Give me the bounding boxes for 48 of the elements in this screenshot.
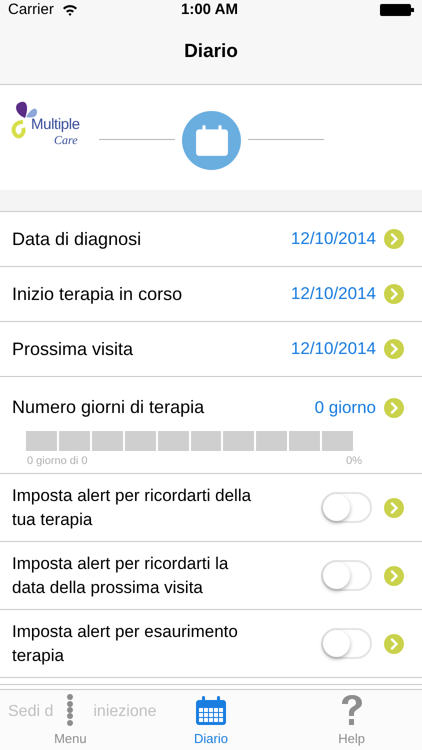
- toggle-switch[interactable]: [321, 628, 372, 659]
- row-label: Imposta alert per ricordarti la data della prossima visita: [12, 552, 230, 598]
- progress-segment: [92, 431, 123, 451]
- chevron-icon[interactable]: [384, 566, 404, 586]
- calendar-icon: [194, 124, 228, 156]
- progress-segment: [322, 431, 354, 451]
- logo-wordmark: Care: [54, 134, 78, 146]
- chevron-icon[interactable]: [384, 339, 404, 359]
- progress-segment: [58, 431, 90, 451]
- row-label: Data di diagnosi: [12, 228, 142, 251]
- progress-segment: [289, 431, 320, 451]
- wifi-icon: [62, 4, 78, 16]
- chevron-icon[interactable]: [384, 398, 404, 418]
- progress-caption: 0 giorno di 0: [27, 454, 88, 469]
- row-label: Imposta alert per ricordarti della tua terapia: [12, 484, 252, 530]
- chevron-icon[interactable]: [384, 229, 404, 249]
- date-value[interactable]: 12/10/2014: [290, 336, 376, 362]
- row-label: Sedi d: [8, 702, 54, 722]
- menu-icon: [66, 694, 74, 726]
- chevron-icon[interactable]: [384, 498, 404, 518]
- progress-percent: 0%: [346, 454, 362, 469]
- tab-item[interactable]: Diario: [194, 690, 228, 750]
- tab-item[interactable]: Menu: [54, 690, 87, 750]
- progress-segment: [190, 431, 222, 451]
- date-value[interactable]: 12/10/2014: [290, 281, 376, 307]
- progress-segment: [223, 431, 254, 451]
- progress-segment: [158, 431, 189, 451]
- chevron-icon[interactable]: [384, 634, 404, 654]
- status-time: 1:00 AM: [181, 0, 238, 20]
- tab-item[interactable]: Help: [338, 690, 366, 750]
- progress-segment: [256, 431, 288, 451]
- calendar-icon: [194, 696, 227, 726]
- row-label: Inizio terapia in corso: [12, 282, 182, 306]
- carrier-label: Carrier: [8, 0, 54, 20]
- battery-icon: [380, 4, 414, 16]
- navigation-title: Diario: [184, 40, 238, 64]
- row-label: iniezione: [93, 702, 157, 722]
- row-label: Numero giorni di terapia: [12, 396, 204, 419]
- days-value[interactable]: 0 giorno: [314, 394, 376, 420]
- row-label: Imposta alert per esaurimento terapia: [12, 620, 239, 666]
- chevron-icon[interactable]: [384, 284, 404, 304]
- toggle-switch[interactable]: [321, 560, 372, 591]
- date-value[interactable]: 12/10/2014: [290, 226, 376, 252]
- progress-segment: [124, 431, 156, 451]
- toggle-switch[interactable]: [321, 492, 372, 523]
- progress-segment: [26, 431, 57, 451]
- row-label: Prossima visita: [12, 338, 134, 360]
- logo-wordmark: Multiple: [31, 117, 80, 132]
